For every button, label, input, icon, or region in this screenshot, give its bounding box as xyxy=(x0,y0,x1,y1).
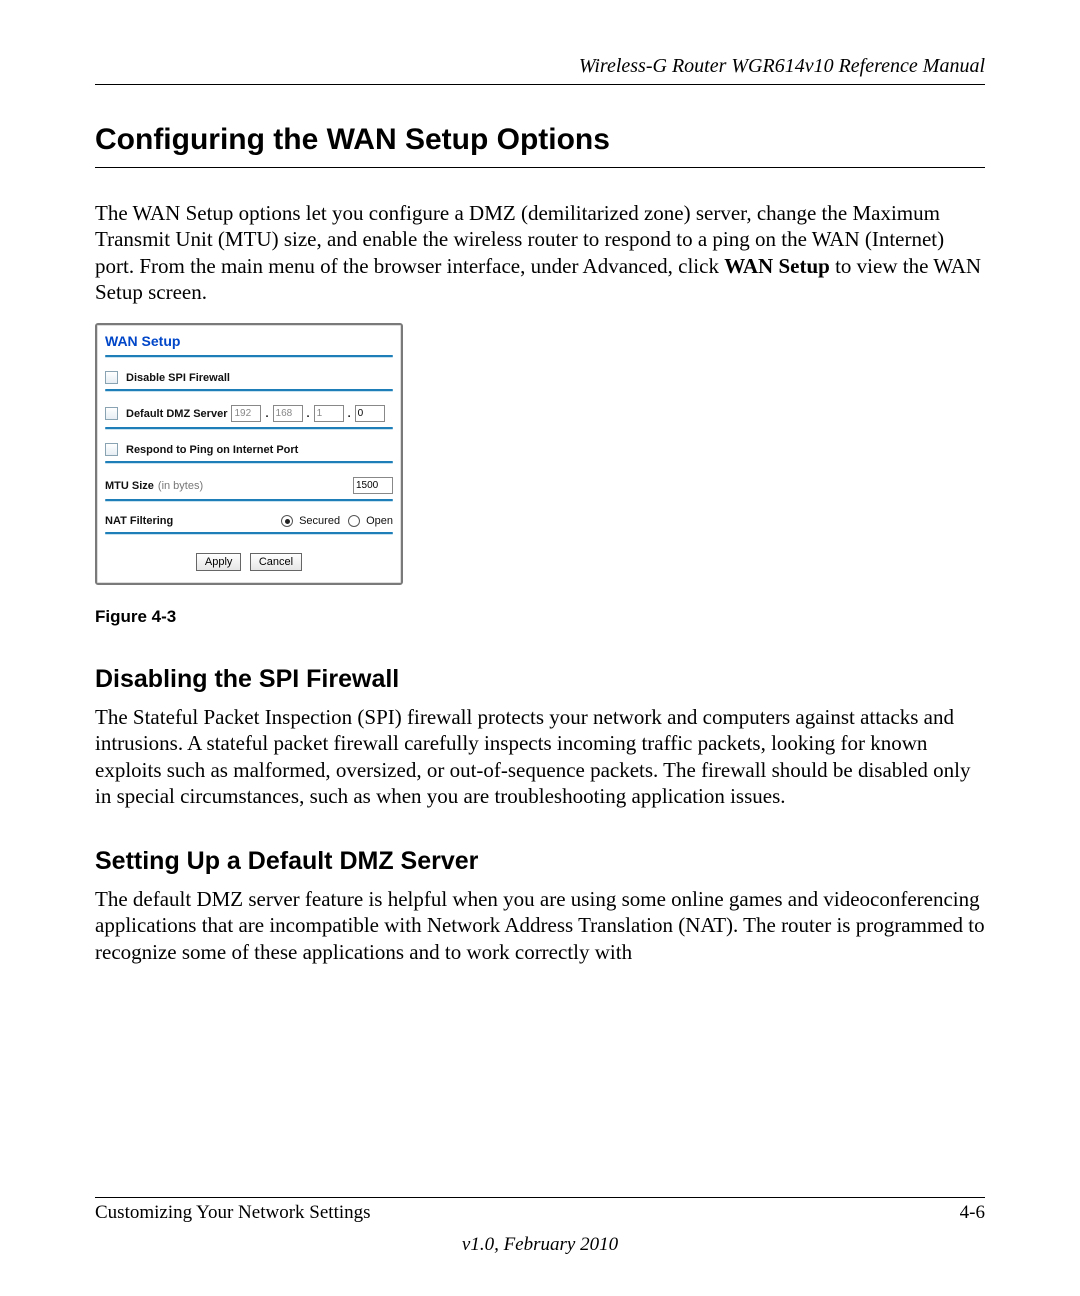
dmz-ip-4[interactable]: 0 xyxy=(355,405,385,422)
dot: . xyxy=(348,408,351,420)
checkbox-icon[interactable] xyxy=(105,443,118,456)
figure-screenshot: WAN Setup Disable SPI Firewall Default D… xyxy=(95,323,985,627)
page-footer: Customizing Your Network Settings 4-6 v1… xyxy=(95,1197,985,1256)
dmz-ip-3[interactable]: 1 xyxy=(314,405,344,422)
cancel-button[interactable]: Cancel xyxy=(250,553,302,571)
row-dmz: Default DMZ Server 192 . 168 . 1 . 0 xyxy=(97,401,401,427)
row-nat: NAT Filtering Secured Open xyxy=(97,511,401,532)
divider xyxy=(105,532,393,534)
dot: . xyxy=(307,408,310,420)
doc-title: Wireless-G Router WGR614v10 Reference Ma… xyxy=(579,55,985,77)
radio-open[interactable] xyxy=(348,515,360,527)
disable-spi-label: Disable SPI Firewall xyxy=(126,372,230,384)
paragraph-dmz: The default DMZ server feature is helpfu… xyxy=(95,886,985,965)
section-heading: Configuring the WAN Setup Options xyxy=(95,123,985,168)
subheading-dmz: Setting Up a Default DMZ Server xyxy=(95,847,985,876)
row-mtu: MTU Size (in bytes) 1500 xyxy=(97,473,401,499)
mtu-label: MTU Size xyxy=(105,480,154,492)
paragraph-spi: The Stateful Packet Inspection (SPI) fir… xyxy=(95,704,985,809)
checkbox-icon[interactable] xyxy=(105,407,118,420)
intro-bold: WAN Setup xyxy=(724,254,830,278)
screenshot-buttons: Apply Cancel xyxy=(97,544,401,583)
subheading-spi: Disabling the SPI Firewall xyxy=(95,665,985,694)
checkbox-icon[interactable] xyxy=(105,371,118,384)
divider xyxy=(105,389,393,391)
page-header: Wireless-G Router WGR614v10 Reference Ma… xyxy=(95,55,985,85)
apply-button[interactable]: Apply xyxy=(196,553,242,571)
row-disable-spi: Disable SPI Firewall xyxy=(97,367,401,389)
mtu-value[interactable]: 1500 xyxy=(353,477,393,494)
footer-left: Customizing Your Network Settings xyxy=(95,1202,371,1224)
intro-paragraph: The WAN Setup options let you configure … xyxy=(95,200,985,305)
divider xyxy=(105,427,393,429)
mtu-units: (in bytes) xyxy=(158,480,203,492)
screenshot-title: WAN Setup xyxy=(97,325,401,355)
nat-label: NAT Filtering xyxy=(105,515,173,527)
figure-caption: Figure 4-3 xyxy=(95,607,985,627)
dot: . xyxy=(265,408,268,420)
dmz-label: Default DMZ Server xyxy=(126,408,227,420)
ping-label: Respond to Ping on Internet Port xyxy=(126,444,298,456)
nat-option-secured: Secured xyxy=(299,515,340,527)
divider xyxy=(105,461,393,463)
dmz-ip-2[interactable]: 168 xyxy=(273,405,303,422)
divider xyxy=(105,499,393,501)
divider xyxy=(105,355,393,357)
footer-right: 4-6 xyxy=(960,1202,985,1224)
nat-option-open: Open xyxy=(366,515,393,527)
wan-setup-screenshot: WAN Setup Disable SPI Firewall Default D… xyxy=(95,323,403,585)
row-ping: Respond to Ping on Internet Port xyxy=(97,439,401,461)
dmz-ip-1[interactable]: 192 xyxy=(231,405,261,422)
footer-version: v1.0, February 2010 xyxy=(95,1234,985,1256)
radio-secured[interactable] xyxy=(281,515,293,527)
